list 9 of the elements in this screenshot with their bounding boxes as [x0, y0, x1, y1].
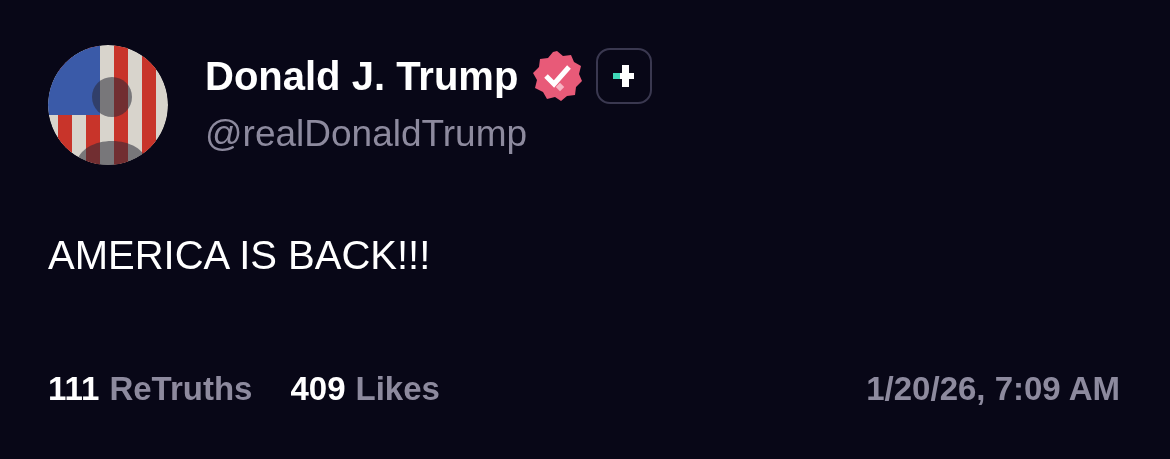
- stat-count: 409: [290, 369, 346, 409]
- post-text: AMERICA IS BACK!!!: [48, 232, 432, 279]
- stat-label[interactable]: Likes: [355, 364, 440, 414]
- stat-count: 111: [48, 369, 100, 409]
- post-timestamp: 1/20/26, 7:09 AM: [866, 369, 1120, 409]
- author-name[interactable]: Donald J. Trump: [205, 52, 519, 100]
- plus-icon[interactable]: [596, 48, 653, 104]
- stat-label[interactable]: ReTruths: [109, 364, 253, 414]
- author-handle[interactable]: @realDonaldTrump: [205, 112, 653, 156]
